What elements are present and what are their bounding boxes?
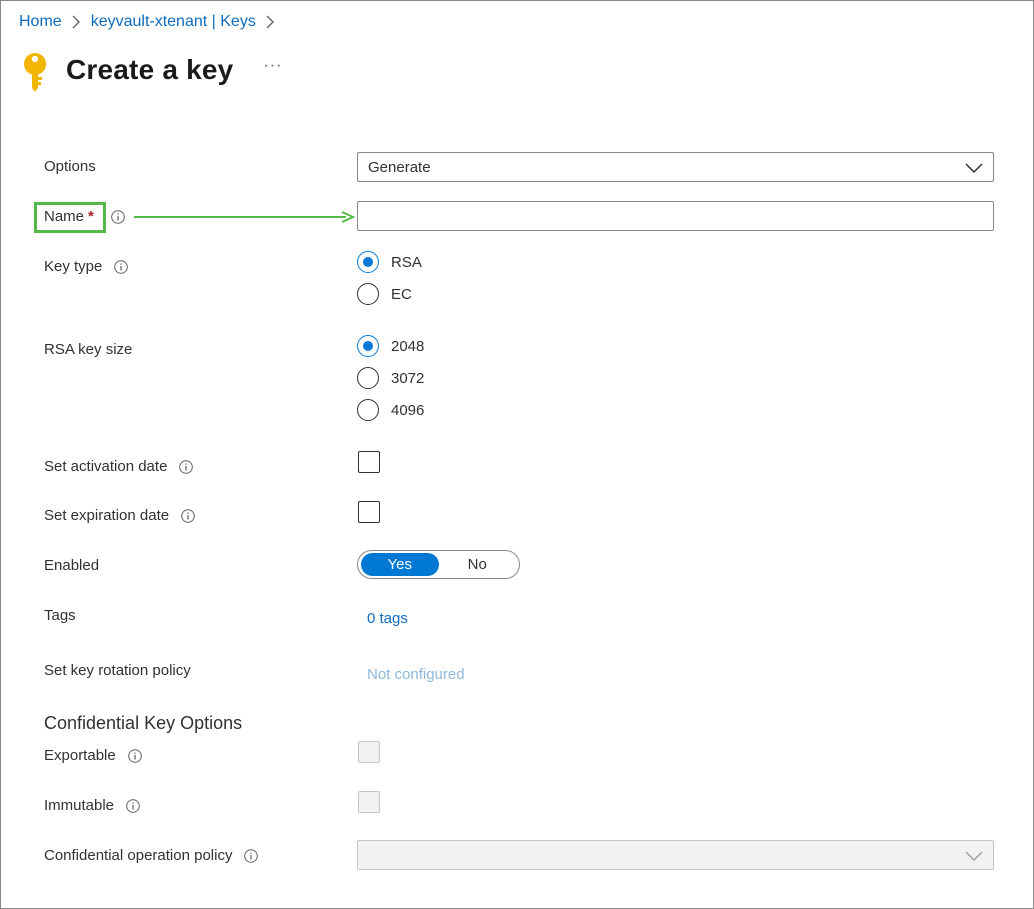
required-asterisk: *	[88, 208, 94, 225]
rotation-policy-link[interactable]: Not configured	[367, 666, 465, 683]
tags-label: Tags	[44, 607, 76, 624]
key-type-radio-ec[interactable]: EC	[357, 283, 412, 305]
arrow-annotation	[132, 210, 356, 228]
chevron-right-icon	[264, 12, 276, 32]
radio-checked-icon	[357, 251, 379, 273]
key-type-radio-rsa[interactable]: RSA	[357, 251, 422, 273]
key-type-label-text: Key type	[44, 258, 103, 275]
confidential-policy-label-text: Confidential operation policy	[44, 847, 233, 864]
radio-label: 4096	[391, 401, 425, 419]
radio-label: 3072	[391, 369, 425, 387]
info-icon[interactable]	[114, 259, 129, 274]
expiration-date-label-text: Set expiration date	[44, 507, 170, 524]
name-input[interactable]	[357, 201, 994, 231]
breadcrumb: Home keyvault-xtenant | Keys	[19, 12, 285, 32]
options-dropdown-value: Generate	[368, 158, 431, 176]
enabled-no-option[interactable]: No	[439, 553, 517, 576]
rotation-policy-label: Set key rotation policy	[44, 662, 191, 679]
info-icon[interactable]	[111, 209, 125, 224]
info-icon[interactable]	[244, 848, 259, 863]
enabled-label: Enabled	[44, 557, 99, 574]
tags-label-text: Tags	[44, 607, 76, 624]
activation-date-checkbox[interactable]	[358, 451, 380, 473]
enabled-yes-option[interactable]: Yes	[361, 553, 439, 576]
options-label-text: Options	[44, 158, 96, 175]
enabled-label-text: Enabled	[44, 557, 100, 574]
radio-label: RSA	[391, 253, 422, 271]
key-size-radio-2048[interactable]: 2048	[357, 335, 424, 357]
confidential-policy-label: Confidential operation policy	[44, 847, 259, 864]
rsa-key-size-label-text: RSA key size	[44, 341, 133, 358]
breadcrumb-keys-link[interactable]: keyvault-xtenant | Keys	[91, 13, 256, 31]
chevron-down-icon	[965, 161, 983, 178]
chevron-right-icon	[70, 12, 82, 32]
key-type-label: Key type	[44, 258, 129, 275]
options-label: Options	[44, 158, 96, 175]
radio-unchecked-icon	[357, 399, 379, 421]
immutable-checkbox[interactable]	[358, 791, 380, 813]
expiration-date-label: Set expiration date	[44, 507, 195, 524]
exportable-label: Exportable	[44, 747, 142, 764]
rotation-policy-label-text: Set key rotation policy	[44, 662, 191, 679]
radio-unchecked-icon	[357, 367, 379, 389]
tags-link[interactable]: 0 tags	[367, 610, 408, 627]
rsa-key-size-label: RSA key size	[44, 341, 132, 358]
radio-label: 2048	[391, 337, 425, 355]
radio-label: EC	[391, 285, 412, 303]
radio-checked-icon	[357, 335, 379, 357]
activation-date-label-text: Set activation date	[44, 458, 168, 475]
confidential-section-title: Confidential Key Options	[44, 713, 243, 733]
info-icon[interactable]	[127, 748, 142, 763]
page-title: Create a key	[66, 54, 234, 85]
immutable-label-text: Immutable	[44, 797, 115, 814]
window-frame	[0, 0, 1034, 909]
key-size-radio-3072[interactable]: 3072	[357, 367, 424, 389]
name-label: Name *	[44, 208, 125, 225]
confidential-policy-dropdown[interactable]	[357, 840, 994, 870]
breadcrumb-home-link[interactable]: Home	[19, 13, 62, 31]
exportable-label-text: Exportable	[44, 747, 116, 764]
more-options-icon[interactable]: ···	[263, 57, 282, 75]
name-label-text: Name	[44, 208, 85, 225]
radio-unchecked-icon	[357, 283, 379, 305]
expiration-date-checkbox[interactable]	[358, 501, 380, 523]
immutable-label: Immutable	[44, 797, 140, 814]
chevron-down-icon	[965, 849, 983, 866]
options-dropdown[interactable]: Generate	[357, 152, 994, 182]
key-icon	[20, 46, 54, 94]
activation-date-label: Set activation date	[44, 458, 194, 475]
info-icon[interactable]	[181, 508, 195, 523]
exportable-checkbox[interactable]	[358, 741, 380, 763]
enabled-toggle: Yes No	[357, 550, 520, 579]
info-icon[interactable]	[179, 459, 194, 474]
key-size-radio-4096[interactable]: 4096	[357, 399, 424, 421]
info-icon[interactable]	[126, 798, 140, 813]
title-row: Create a key ···	[20, 46, 282, 94]
